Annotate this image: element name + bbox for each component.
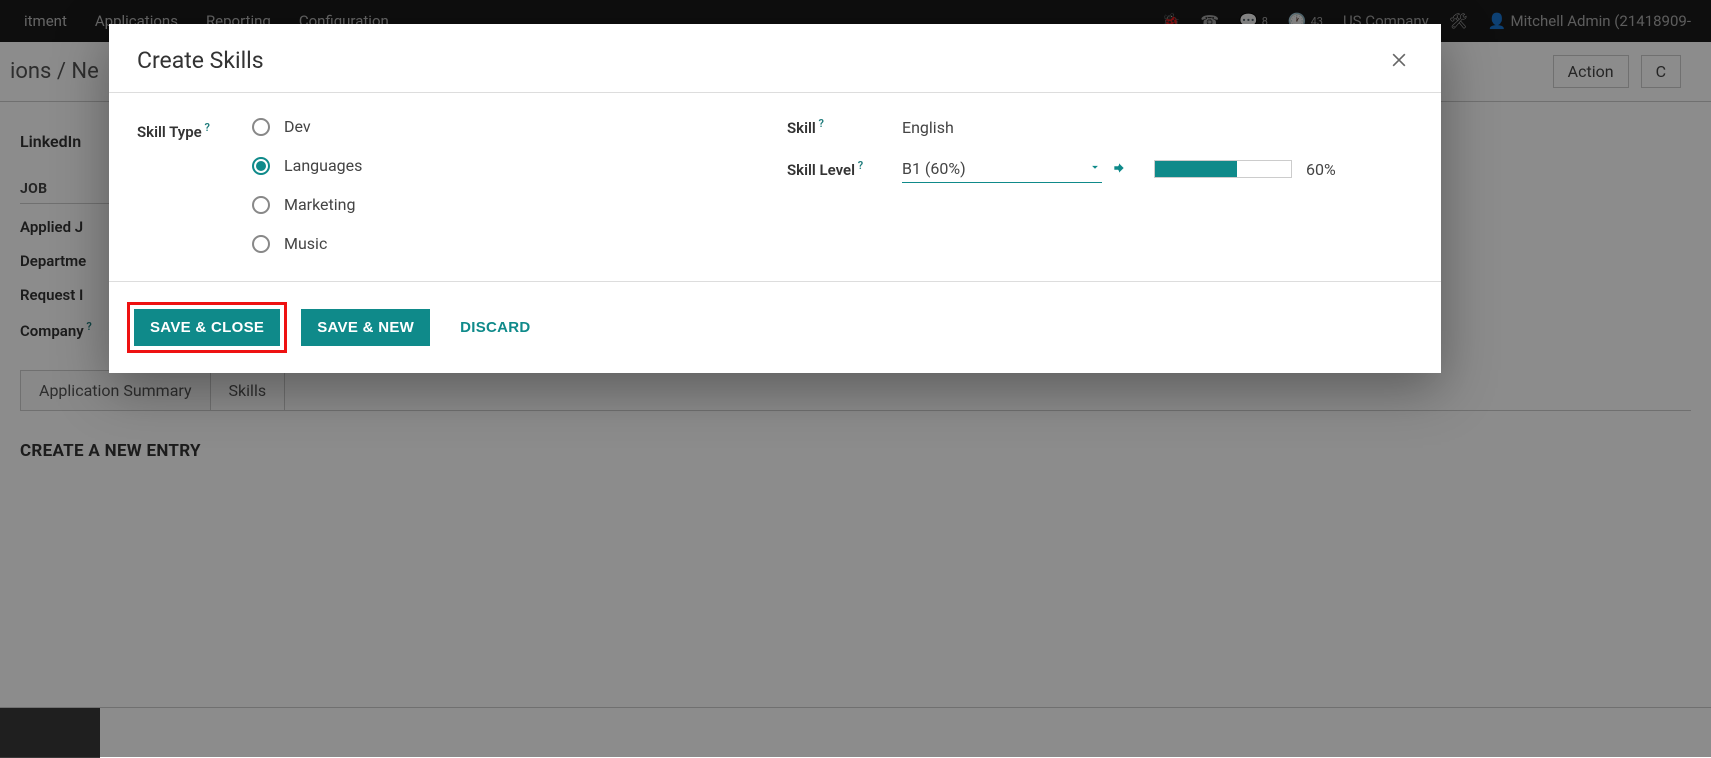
modal-header: Create Skills <box>109 24 1441 93</box>
skill-level-select[interactable]: B1 (60%) <box>902 155 1102 183</box>
save-close-button[interactable]: SAVE & CLOSE <box>134 309 280 346</box>
external-link-icon[interactable] <box>1112 160 1126 179</box>
discard-button[interactable]: DISCARD <box>444 309 546 346</box>
save-new-button[interactable]: SAVE & NEW <box>301 309 430 346</box>
modal-body: Skill Type ? Dev Languages Marketing Mu <box>109 93 1441 281</box>
skill-type-radio-group: Dev Languages Marketing Music <box>252 117 362 253</box>
skill-value[interactable]: English <box>902 118 954 137</box>
modal-footer: SAVE & CLOSE SAVE & NEW DISCARD <box>109 281 1441 373</box>
radio-icon <box>252 118 270 136</box>
radio-languages[interactable]: Languages <box>252 156 362 175</box>
modal-title: Create Skills <box>137 47 264 74</box>
skill-type-label: Skill Type ? <box>137 117 252 253</box>
radio-music[interactable]: Music <box>252 234 362 253</box>
progress-percent: 60% <box>1306 160 1336 179</box>
radio-icon <box>252 196 270 214</box>
highlight-annotation: SAVE & CLOSE <box>127 302 287 353</box>
skill-label: Skill ? <box>787 117 902 137</box>
chevron-down-icon <box>1088 159 1102 178</box>
radio-marketing[interactable]: Marketing <box>252 195 362 214</box>
close-icon[interactable] <box>1385 46 1413 74</box>
create-skills-modal: Create Skills Skill Type ? Dev Languages <box>109 24 1441 373</box>
radio-dev[interactable]: Dev <box>252 117 362 136</box>
progress-bar <box>1154 160 1292 178</box>
skill-level-label: Skill Level ? <box>787 159 902 179</box>
radio-icon <box>252 235 270 253</box>
progress-fill <box>1155 161 1237 177</box>
radio-icon <box>252 157 270 175</box>
